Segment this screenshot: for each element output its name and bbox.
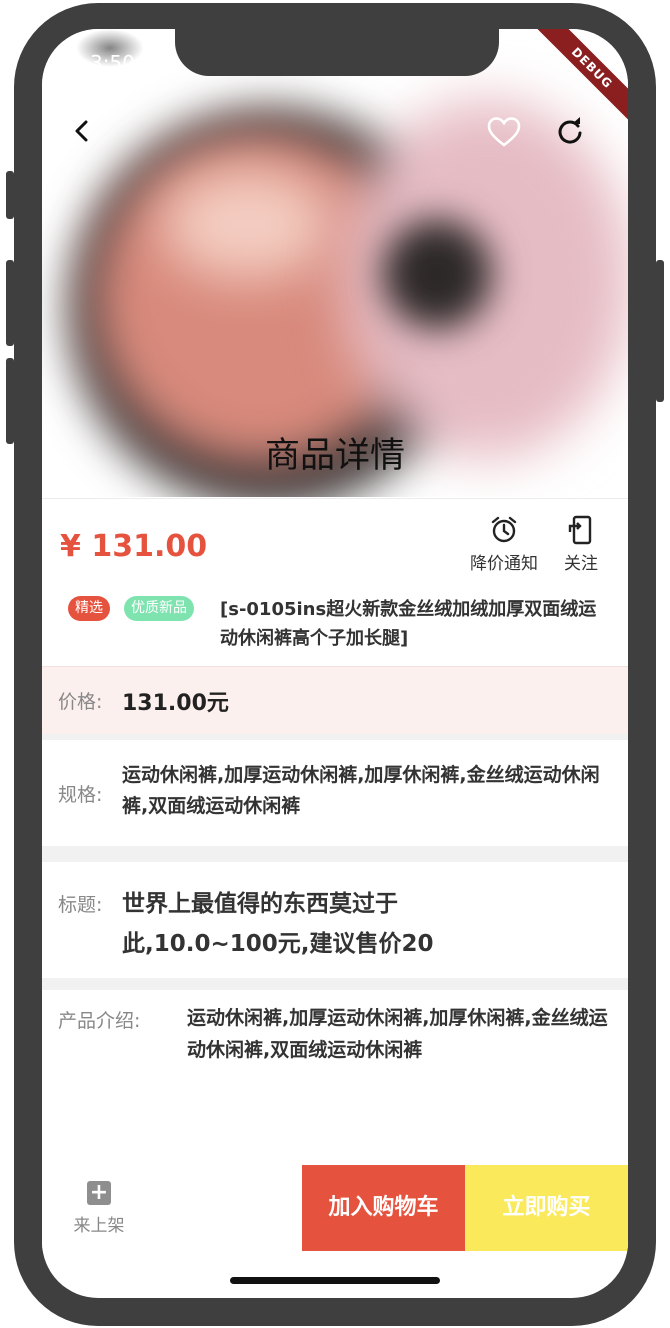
tag-featured: 精选 (68, 596, 110, 621)
title-value: 世界上最值得的东西莫过于此,10.0~100元,建议售价20 (122, 891, 434, 957)
refresh-icon[interactable] (554, 115, 586, 147)
intro-row: 产品介绍: 运动休闲裤,加厚运动休闲裤,加厚休闲裤,金丝绒运动休闲裤,双面绒运动… (42, 990, 628, 1160)
volume-down-button (6, 358, 14, 444)
plus-square-icon: + (87, 1181, 111, 1205)
product-price: ¥ 131.00 (60, 529, 208, 564)
notch (175, 29, 499, 76)
divider (42, 846, 628, 862)
hero-image-dark-center (382, 219, 492, 329)
spec-label: 规格: (58, 784, 103, 806)
product-title-row: 精选 优质新品 [s-0105ins超火新款金丝绒加绒加厚双面绒运动休闲裤高个子… (42, 591, 628, 663)
home-indicator (230, 1277, 440, 1284)
title-label: 标题: (58, 894, 103, 916)
shelf-label: 来上架 (73, 1216, 125, 1236)
price-detail-row: 价格: 131.00元 (42, 666, 628, 735)
tag-new-quality: 优质新品 (124, 596, 194, 621)
follow-button[interactable]: 关注 (564, 515, 598, 574)
hero-image-highlight (162, 169, 332, 279)
product-name: [s-0105ins超火新款金丝绒加绒加厚双面绒运动休闲裤高个子加长腿] (220, 599, 597, 649)
price-row: ¥ 131.00 降价通知 关注 (42, 498, 628, 581)
status-time: 3:50 (90, 51, 135, 75)
title-row: 标题: 世界上最值得的东西莫过于此,10.0~100元,建议售价20 (42, 862, 628, 978)
alarm-clock-icon (491, 516, 517, 543)
add-to-cart-button[interactable]: 加入购物车 (302, 1165, 465, 1251)
shelf-button[interactable]: + 来上架 (64, 1181, 134, 1236)
silent-switch (6, 171, 14, 219)
volume-up-button (6, 260, 14, 346)
heart-outline-icon[interactable] (486, 115, 522, 149)
price-label: 价格: (58, 691, 103, 713)
follow-label: 关注 (564, 554, 598, 574)
app-screen: 3:50 DEBUG 商品详情 ¥ 131.00 降价通知 关注 精选 优质新品… (42, 29, 628, 1298)
back-chevron-icon[interactable] (66, 115, 98, 147)
intro-value: 运动休闲裤,加厚运动休闲裤,加厚休闲裤,金丝绒运动休闲裤,双面绒运动休闲裤 (187, 1007, 608, 1061)
page-title: 商品详情 (264, 436, 405, 476)
divider (42, 978, 628, 990)
bottom-action-bar: + 来上架 加入购物车 立即购买 (42, 1165, 628, 1251)
spec-row: 规格: 运动休闲裤,加厚运动休闲裤,加厚休闲裤,金丝绒运动休闲裤,双面绒运动休闲… (42, 740, 628, 846)
intro-label: 产品介绍: (58, 1010, 141, 1032)
phone-share-icon (568, 515, 592, 545)
price-value: 131.00元 (122, 691, 229, 716)
spec-value: 运动休闲裤,加厚运动休闲裤,加厚休闲裤,金丝绒运动休闲裤,双面绒运动休闲裤 (122, 764, 600, 817)
price-drop-alert-button[interactable]: 降价通知 (470, 515, 538, 574)
buy-now-button[interactable]: 立即购买 (465, 1165, 628, 1251)
power-button (656, 260, 664, 402)
price-drop-alert-label: 降价通知 (470, 554, 538, 574)
